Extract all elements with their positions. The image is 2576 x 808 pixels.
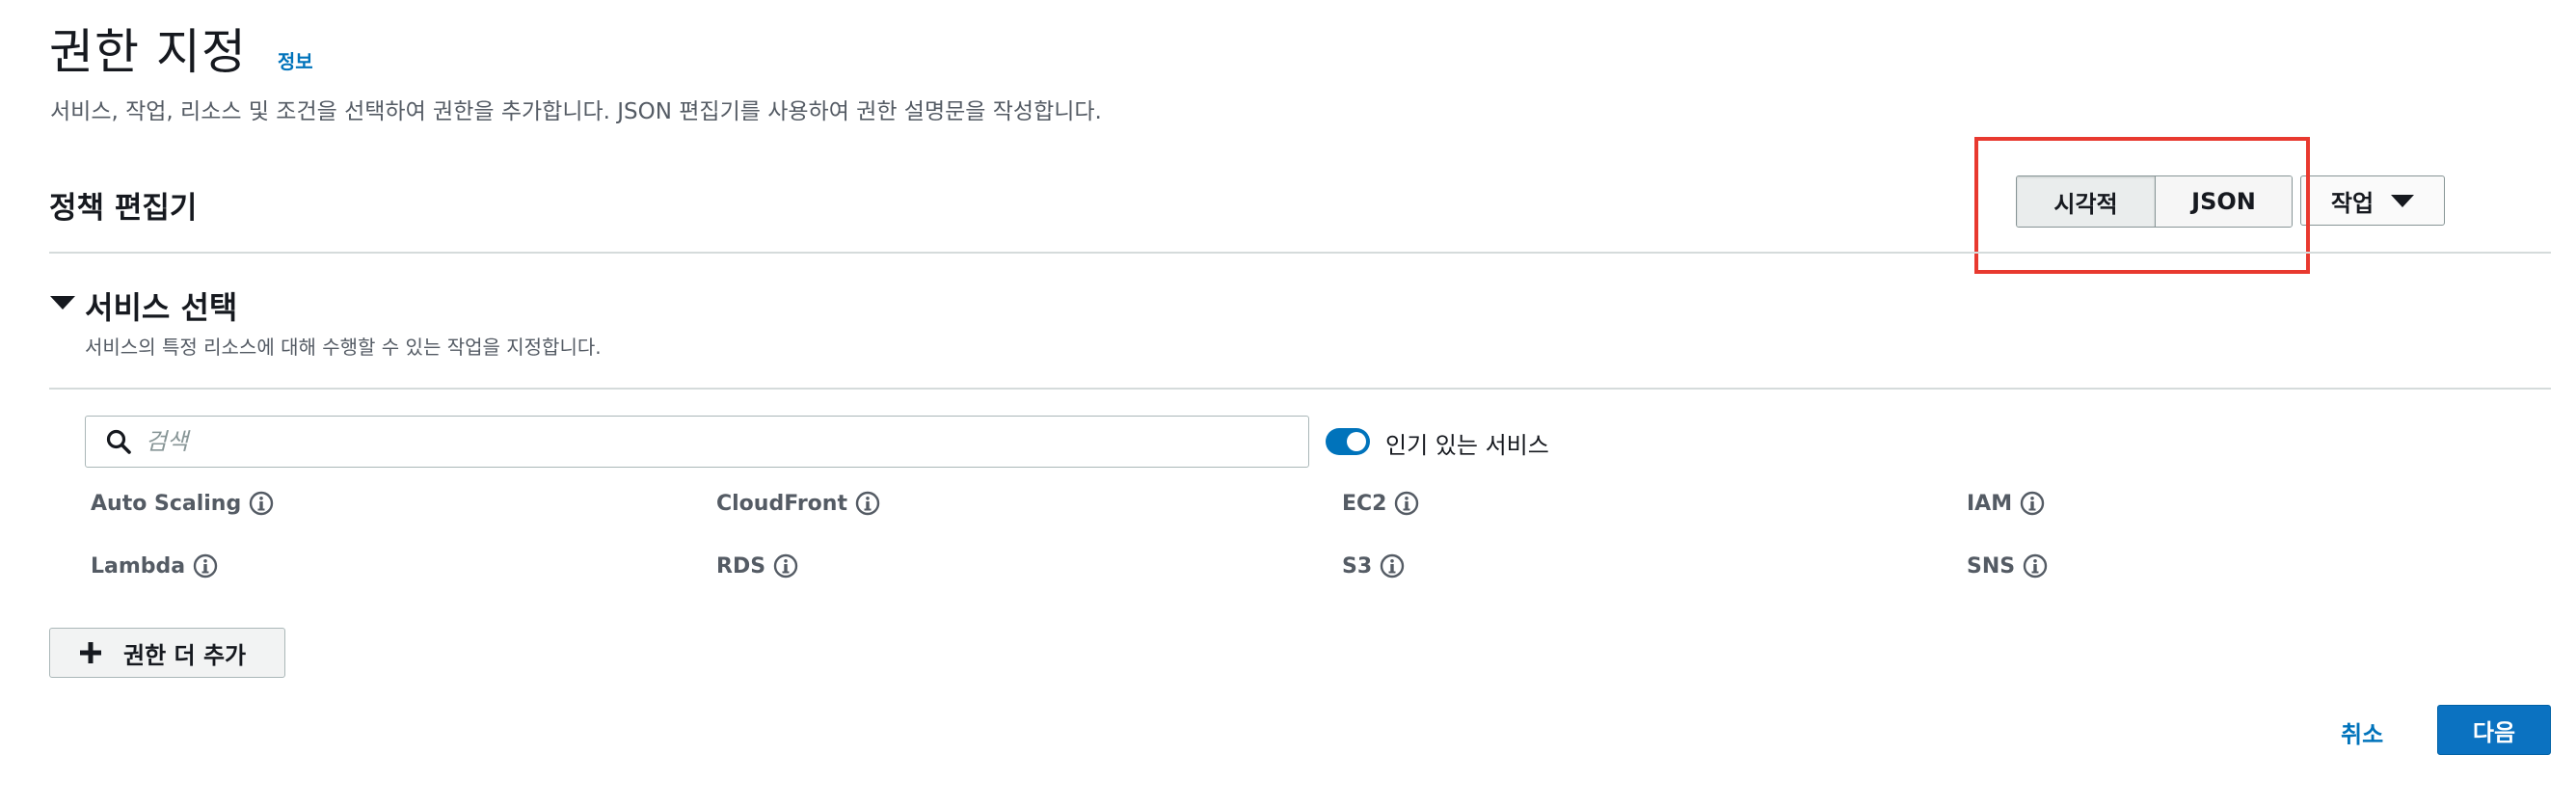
search-icon bbox=[106, 429, 131, 454]
page-description: 서비스, 작업, 리소스 및 조건을 선택하여 권한을 추가합니다. JSON … bbox=[50, 99, 1102, 124]
caret-down-icon[interactable] bbox=[50, 296, 75, 310]
page-title-wrap: 권한 지정 정보 bbox=[49, 13, 313, 83]
service-item-s3[interactable]: S3 bbox=[1342, 553, 1405, 579]
service-item-sns[interactable]: SNS bbox=[1967, 553, 2048, 579]
add-more-permissions-button[interactable]: 권한 더 추가 bbox=[49, 628, 285, 678]
caret-down-icon bbox=[2391, 194, 2415, 207]
cancel-button[interactable]: 취소 bbox=[2341, 715, 2383, 749]
highlight-annotation bbox=[1974, 137, 2310, 274]
service-name: Auto Scaling bbox=[91, 491, 242, 516]
divider bbox=[49, 388, 2551, 390]
info-icon[interactable] bbox=[1394, 491, 1419, 516]
info-link[interactable]: 정보 bbox=[278, 46, 313, 74]
info-icon[interactable] bbox=[193, 553, 218, 579]
service-section-description: 서비스의 특정 리소스에 대해 수행할 수 있는 작업을 지정합니다. bbox=[85, 336, 602, 359]
actions-label: 작업 bbox=[2330, 189, 2375, 217]
info-icon[interactable] bbox=[249, 491, 274, 516]
popular-services-toggle[interactable] bbox=[1326, 428, 1370, 455]
add-more-permissions-label: 권한 더 추가 bbox=[123, 641, 247, 669]
page-title: 권한 지정 bbox=[49, 24, 247, 80]
service-item-iam[interactable]: IAM bbox=[1967, 491, 2045, 516]
info-icon[interactable] bbox=[2020, 491, 2045, 516]
service-name: S3 bbox=[1342, 553, 1373, 579]
popular-services-label: 인기 있는 서비스 bbox=[1385, 432, 1549, 459]
info-icon[interactable] bbox=[773, 553, 798, 579]
search-box[interactable] bbox=[85, 416, 1309, 468]
service-name: CloudFront bbox=[716, 491, 847, 516]
search-input[interactable] bbox=[144, 427, 1285, 456]
toggle-knob bbox=[1347, 432, 1366, 451]
actions-dropdown-button[interactable]: 작업 bbox=[2300, 175, 2445, 226]
service-item-auto-scaling[interactable]: Auto Scaling bbox=[91, 491, 274, 516]
service-item-lambda[interactable]: Lambda bbox=[91, 553, 218, 579]
plus-icon bbox=[80, 642, 101, 663]
service-name: IAM bbox=[1967, 491, 2013, 516]
service-item-cloudfront[interactable]: CloudFront bbox=[716, 491, 880, 516]
service-section-title[interactable]: 서비스 선택 bbox=[85, 283, 237, 328]
info-icon[interactable] bbox=[855, 491, 880, 516]
service-name: EC2 bbox=[1342, 491, 1387, 516]
service-name: Lambda bbox=[91, 553, 186, 579]
divider bbox=[49, 252, 2551, 254]
info-icon[interactable] bbox=[1380, 553, 1405, 579]
service-item-ec2[interactable]: EC2 bbox=[1342, 491, 1419, 516]
service-name: RDS bbox=[716, 553, 766, 579]
info-icon[interactable] bbox=[2023, 553, 2048, 579]
service-item-rds[interactable]: RDS bbox=[716, 553, 798, 579]
policy-editor-title: 정책 편집기 bbox=[49, 191, 198, 226]
service-name: SNS bbox=[1967, 553, 2016, 579]
next-button[interactable]: 다음 bbox=[2437, 705, 2551, 755]
